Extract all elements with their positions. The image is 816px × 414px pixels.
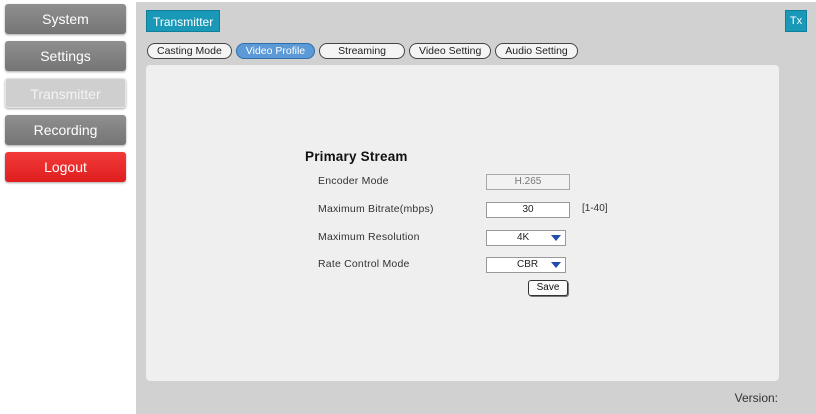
rate-control-select[interactable]: CBR xyxy=(486,257,566,273)
max-resolution-value: 4K xyxy=(517,232,530,243)
save-button[interactable]: Save xyxy=(528,280,568,296)
rate-control-value: CBR xyxy=(517,259,539,270)
tab-casting-mode[interactable]: Casting Mode xyxy=(147,43,232,59)
section-title: Primary Stream xyxy=(305,149,408,164)
rate-control-label: Rate Control Mode xyxy=(318,258,410,270)
tab-audio-setting[interactable]: Audio Setting xyxy=(495,43,578,59)
max-bitrate-label: Maximum Bitrate(mbps) xyxy=(318,203,434,215)
logout-button[interactable]: Logout xyxy=(5,152,126,182)
tx-badge: Tx xyxy=(785,10,807,32)
sidebar-item-recording[interactable]: Recording xyxy=(5,115,126,145)
sidebar-item-settings[interactable]: Settings xyxy=(5,41,126,71)
chevron-down-icon xyxy=(551,235,561,241)
sidebar-item-system[interactable]: System xyxy=(5,4,126,34)
tab-video-profile[interactable]: Video Profile xyxy=(235,43,316,59)
tab-streaming[interactable]: Streaming xyxy=(319,43,406,59)
max-resolution-label: Maximum Resolution xyxy=(318,231,420,243)
max-bitrate-input[interactable]: 30 xyxy=(486,202,570,218)
chevron-down-icon xyxy=(551,262,561,268)
tab-bar: Casting Mode Video Profile Streaming Vid… xyxy=(147,43,578,59)
sidebar-item-transmitter[interactable]: Transmitter xyxy=(5,78,126,108)
encoder-mode-label: Encoder Mode xyxy=(318,175,389,187)
tab-video-setting[interactable]: Video Setting xyxy=(409,43,492,59)
video-profile-panel: Primary Stream Encoder Mode H.265 Maximu… xyxy=(146,65,779,381)
bitrate-range-hint: [1-40] xyxy=(582,203,608,214)
page-title: Transmitter xyxy=(146,10,221,32)
encoder-mode-field: H.265 xyxy=(486,174,570,190)
max-resolution-select[interactable]: 4K xyxy=(486,230,566,246)
main-content: Transmitter Tx Casting Mode Video Profil… xyxy=(136,2,816,414)
version-label: Version: xyxy=(734,391,778,405)
